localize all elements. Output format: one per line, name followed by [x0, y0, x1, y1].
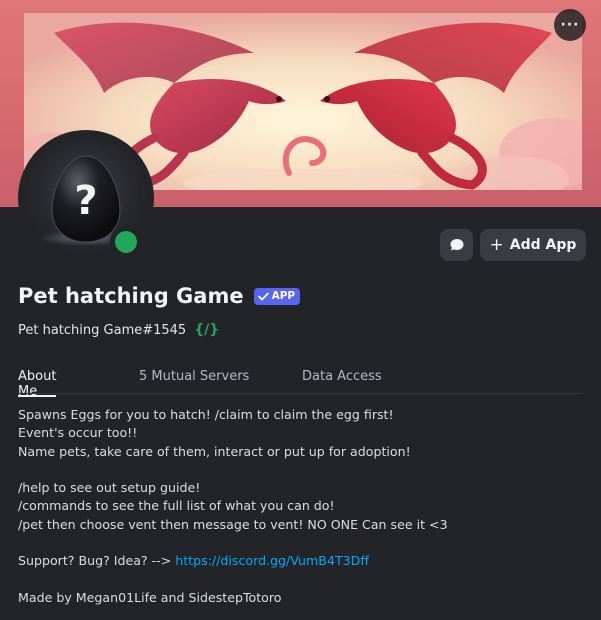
credits-line: Made by Megan01Life and SidestepTotoro — [18, 589, 282, 605]
tabs-divider — [18, 393, 583, 394]
about-me-section: Spawns Eggs for you to hatch! /claim to … — [18, 406, 588, 607]
support-invite-link[interactable]: https://discord.gg/VumB4T3Dff — [175, 553, 369, 568]
username-row: Pet hatching Game#1545 {/} — [18, 320, 219, 340]
profile-title-row: Pet hatching Game APP — [18, 280, 301, 312]
support-line: Support? Bug? Idea? --> https://discord.… — [18, 552, 588, 570]
about-line: Name pets, take care of them, interact o… — [18, 443, 411, 459]
add-app-label: Add App — [509, 237, 577, 253]
about-line: Spawns Eggs for you to hatch! /claim to … — [18, 407, 394, 422]
support-prefix: Support? Bug? Idea? --> — [18, 553, 176, 569]
svg-text:?: ? — [74, 178, 97, 224]
checkmark-icon — [257, 292, 269, 300]
about-line: /pet then choose vent then message to ve… — [18, 516, 448, 532]
app-badge: APP — [253, 287, 301, 305]
message-button[interactable] — [440, 229, 473, 261]
more-options-button[interactable]: ··· — [554, 9, 586, 41]
app-badge-label: APP — [271, 290, 296, 302]
about-line: /commands to see the full list of what y… — [18, 498, 335, 514]
plus-icon: + — [489, 234, 504, 255]
more-horizontal-icon: ··· — [560, 17, 580, 33]
username[interactable]: Pet hatching Game#1545 — [18, 323, 186, 338]
about-line: Event's occur too!! — [18, 425, 138, 441]
about-line: /help to see out setup guide! — [18, 480, 201, 496]
slash-commands-icon: {/} — [194, 322, 220, 338]
online-status-indicator — [115, 231, 137, 253]
add-app-button[interactable]: + Add App — [480, 229, 586, 261]
display-name: Pet hatching Game — [18, 284, 244, 308]
chat-bubble-icon — [450, 239, 463, 251]
